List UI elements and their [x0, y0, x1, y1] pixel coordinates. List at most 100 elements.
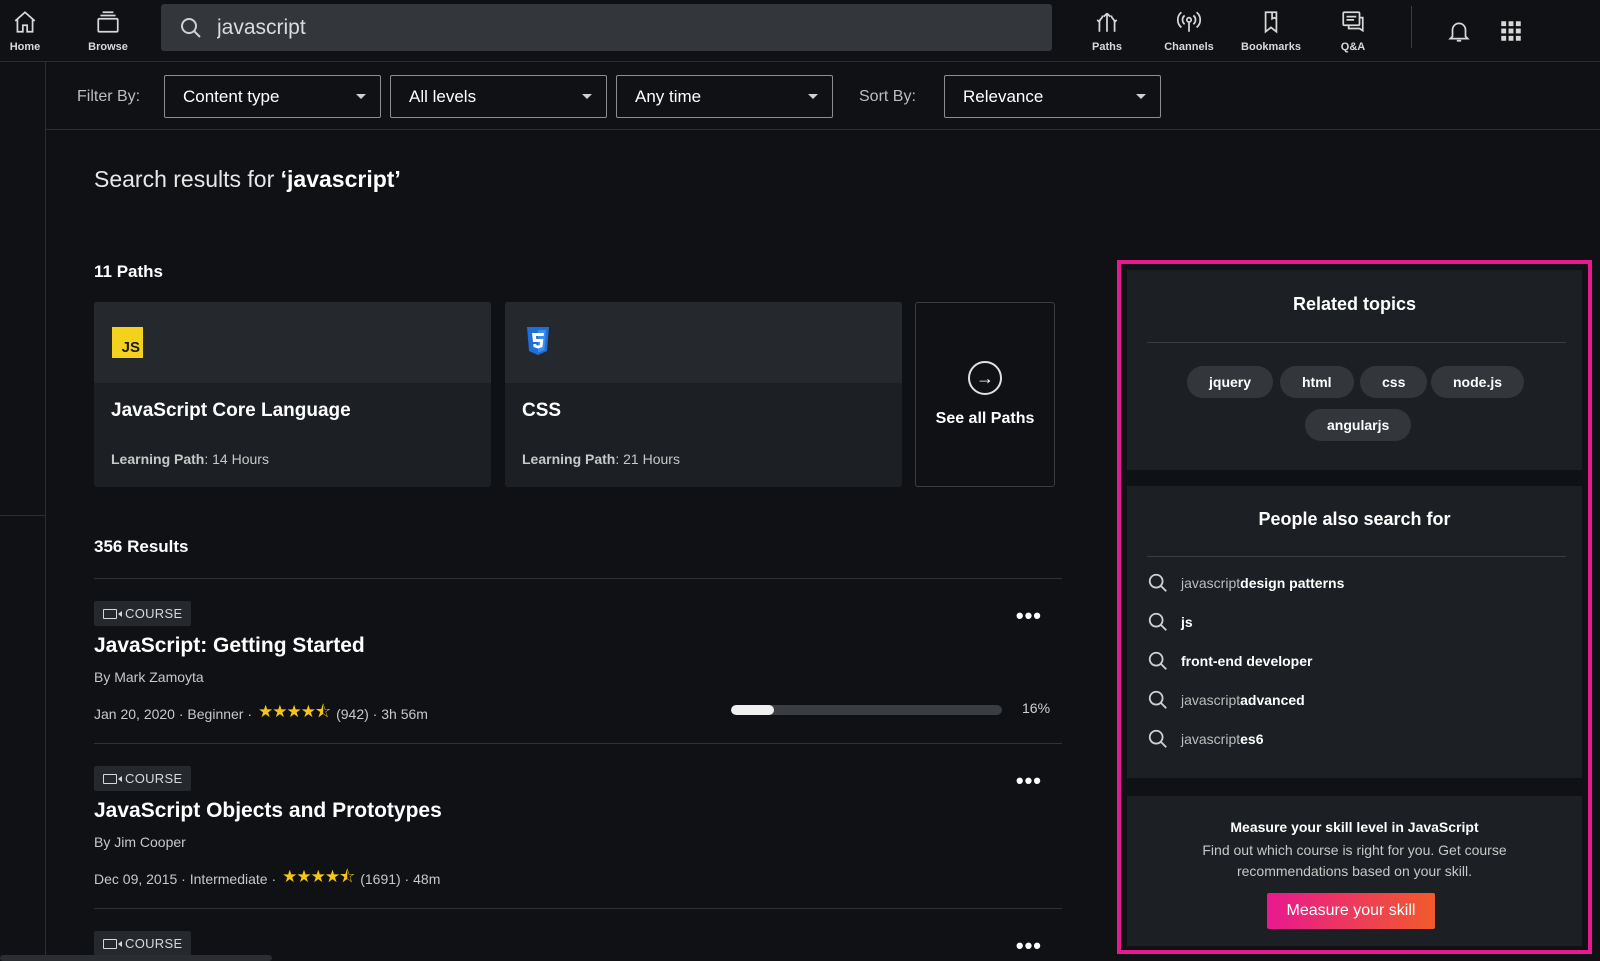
suggested-search-link[interactable]: js	[1147, 611, 1193, 633]
course-duration: 3h 56m	[381, 705, 428, 722]
suggestion-prefix: javascript	[1181, 692, 1241, 708]
more-options-button[interactable]: •••	[1016, 768, 1042, 794]
search-icon	[1148, 573, 1167, 592]
search-icon	[181, 17, 201, 38]
course-title[interactable]: JavaScript: Getting Started	[94, 634, 365, 658]
chevron-down-icon	[356, 94, 366, 99]
suggestion-prefix: javascript	[1181, 731, 1241, 747]
skill-assessment-section: Measure your skill level in JavaScript F…	[1127, 796, 1582, 946]
filter-by-label: Filter By:	[77, 88, 141, 105]
video-icon	[103, 608, 122, 619]
notifications-button[interactable]	[1444, 0, 1474, 62]
suggestion-term: js	[1181, 614, 1193, 630]
course-duration: 48m	[413, 870, 441, 887]
course-badge-label: COURSE	[125, 771, 183, 786]
course-badge-label: COURSE	[125, 606, 183, 621]
paths-heading: 11 Paths	[94, 262, 163, 281]
more-options-button[interactable]: •••	[1016, 933, 1042, 959]
path-card-header: JS	[94, 302, 491, 383]
related-topics-heading: Related topics	[1292, 294, 1417, 314]
course-date: Jan 20, 2020	[94, 705, 175, 722]
level-dropdown[interactable]: All levels	[390, 75, 607, 118]
path-title: CSS	[522, 400, 562, 421]
suggested-search-link[interactable]: javascript es6	[1147, 728, 1264, 750]
see-all-paths-button[interactable]: → See all Paths	[915, 302, 1055, 487]
apps-menu-button[interactable]	[1496, 0, 1526, 62]
sort-value: Relevance	[963, 86, 1044, 106]
path-card[interactable]: JS JavaScript Core Language Learning Pat…	[94, 302, 491, 487]
video-icon	[103, 938, 122, 949]
search-input[interactable]	[217, 15, 1017, 40]
divider	[94, 743, 1062, 744]
path-meta-label: Learning Path	[111, 451, 205, 467]
suggested-search-link[interactable]: javascript design patterns	[1147, 572, 1344, 594]
nav-browse-label: Browse	[88, 41, 128, 53]
suggestion-prefix: javascript	[1181, 575, 1241, 591]
time-value: Any time	[635, 86, 702, 106]
javascript-logo-icon: JS	[112, 327, 143, 358]
chevron-down-icon	[582, 94, 592, 99]
nav-channels[interactable]: Channels	[1161, 0, 1217, 62]
suggestion-term: front-end developer	[1181, 653, 1313, 669]
results-heading: 356 Results	[94, 537, 189, 556]
course-info: Jan 20, 2020 · Beginner · ★★★★⯪ (942) · …	[94, 699, 428, 728]
result-row: COURSE ••• JavaScript Objects and Protot…	[94, 766, 1062, 896]
search-bar[interactable]	[161, 4, 1052, 51]
course-info: Dec 09, 2015 · Intermediate · ★★★★⯪ (169…	[94, 864, 440, 893]
nav-qa[interactable]: Q&A	[1335, 0, 1371, 62]
sort-dropdown[interactable]: Relevance	[944, 75, 1161, 118]
bookmark-icon	[1264, 11, 1278, 34]
chevron-down-icon	[1136, 94, 1146, 99]
skill-description: Find out which course is right for you. …	[1202, 842, 1507, 879]
arrow-right-icon: →	[968, 361, 1002, 395]
time-dropdown[interactable]: Any time	[616, 75, 833, 118]
progress-fill	[731, 705, 775, 715]
content-type-dropdown[interactable]: Content type	[164, 75, 381, 118]
suggested-search-link[interactable]: javascript advanced	[1147, 689, 1305, 711]
search-icon	[1148, 729, 1167, 748]
grid-icon	[1501, 21, 1521, 41]
suggestion-term: es6	[1240, 731, 1264, 747]
content-type-value: Content type	[183, 86, 280, 106]
filter-bar: Filter By: Content type All levels Any t…	[46, 62, 1600, 130]
nav-home[interactable]: Home	[0, 0, 50, 62]
star-rating: ★★★★⯪	[258, 702, 331, 721]
course-level: Beginner	[187, 705, 244, 722]
topic-chip[interactable]: css	[1360, 366, 1428, 398]
topic-chip[interactable]: jquery	[1187, 366, 1274, 398]
video-icon	[103, 773, 122, 784]
left-rail	[0, 62, 46, 961]
course-date: Dec 09, 2015	[94, 870, 178, 887]
path-meta: Learning Path: 21 Hours	[522, 451, 680, 467]
suggestion-term: advanced	[1240, 692, 1305, 708]
result-row: COURSE ••• JavaScript: Getting Started B…	[94, 601, 1062, 731]
path-meta-label: Learning Path	[522, 451, 616, 467]
css3-logo-icon	[527, 327, 549, 355]
page-title-query: ‘javascript’	[280, 166, 401, 192]
topic-chip[interactable]: html	[1280, 366, 1354, 398]
star-rating: ★★★★⯪	[282, 867, 355, 886]
topic-chip[interactable]: angularjs	[1305, 409, 1412, 441]
suggested-search-link[interactable]: front-end developer	[1147, 650, 1312, 672]
path-meta: Learning Path: 14 Hours	[111, 451, 269, 467]
horizontal-scrollbar[interactable]	[0, 955, 272, 961]
bell-icon	[1448, 22, 1470, 42]
measure-skill-button[interactable]: Measure your skill	[1267, 893, 1435, 929]
left-rail-divider	[0, 515, 46, 516]
course-badge: COURSE	[94, 931, 192, 956]
course-title[interactable]: JavaScript Objects and Prototypes	[94, 799, 442, 823]
home-icon	[14, 11, 36, 33]
channels-icon	[1177, 11, 1201, 32]
nav-browse[interactable]: Browse	[80, 0, 136, 62]
course-badge-label: COURSE	[125, 936, 183, 951]
people-also-search-section: People also search for javascript design…	[1127, 486, 1582, 778]
divider	[1147, 556, 1566, 557]
nav-paths[interactable]: Paths	[1087, 0, 1127, 62]
more-options-button[interactable]: •••	[1016, 603, 1042, 629]
top-navigation-bar: Home Browse Paths Channels Bookmarks Q&A	[0, 0, 1600, 62]
topic-chip[interactable]: node.js	[1431, 366, 1525, 398]
nav-bookmarks[interactable]: Bookmarks	[1236, 0, 1306, 62]
browse-icon	[97, 11, 119, 33]
path-card[interactable]: CSS Learning Path: 21 Hours	[505, 302, 902, 487]
nav-bookmarks-label: Bookmarks	[1241, 41, 1301, 53]
